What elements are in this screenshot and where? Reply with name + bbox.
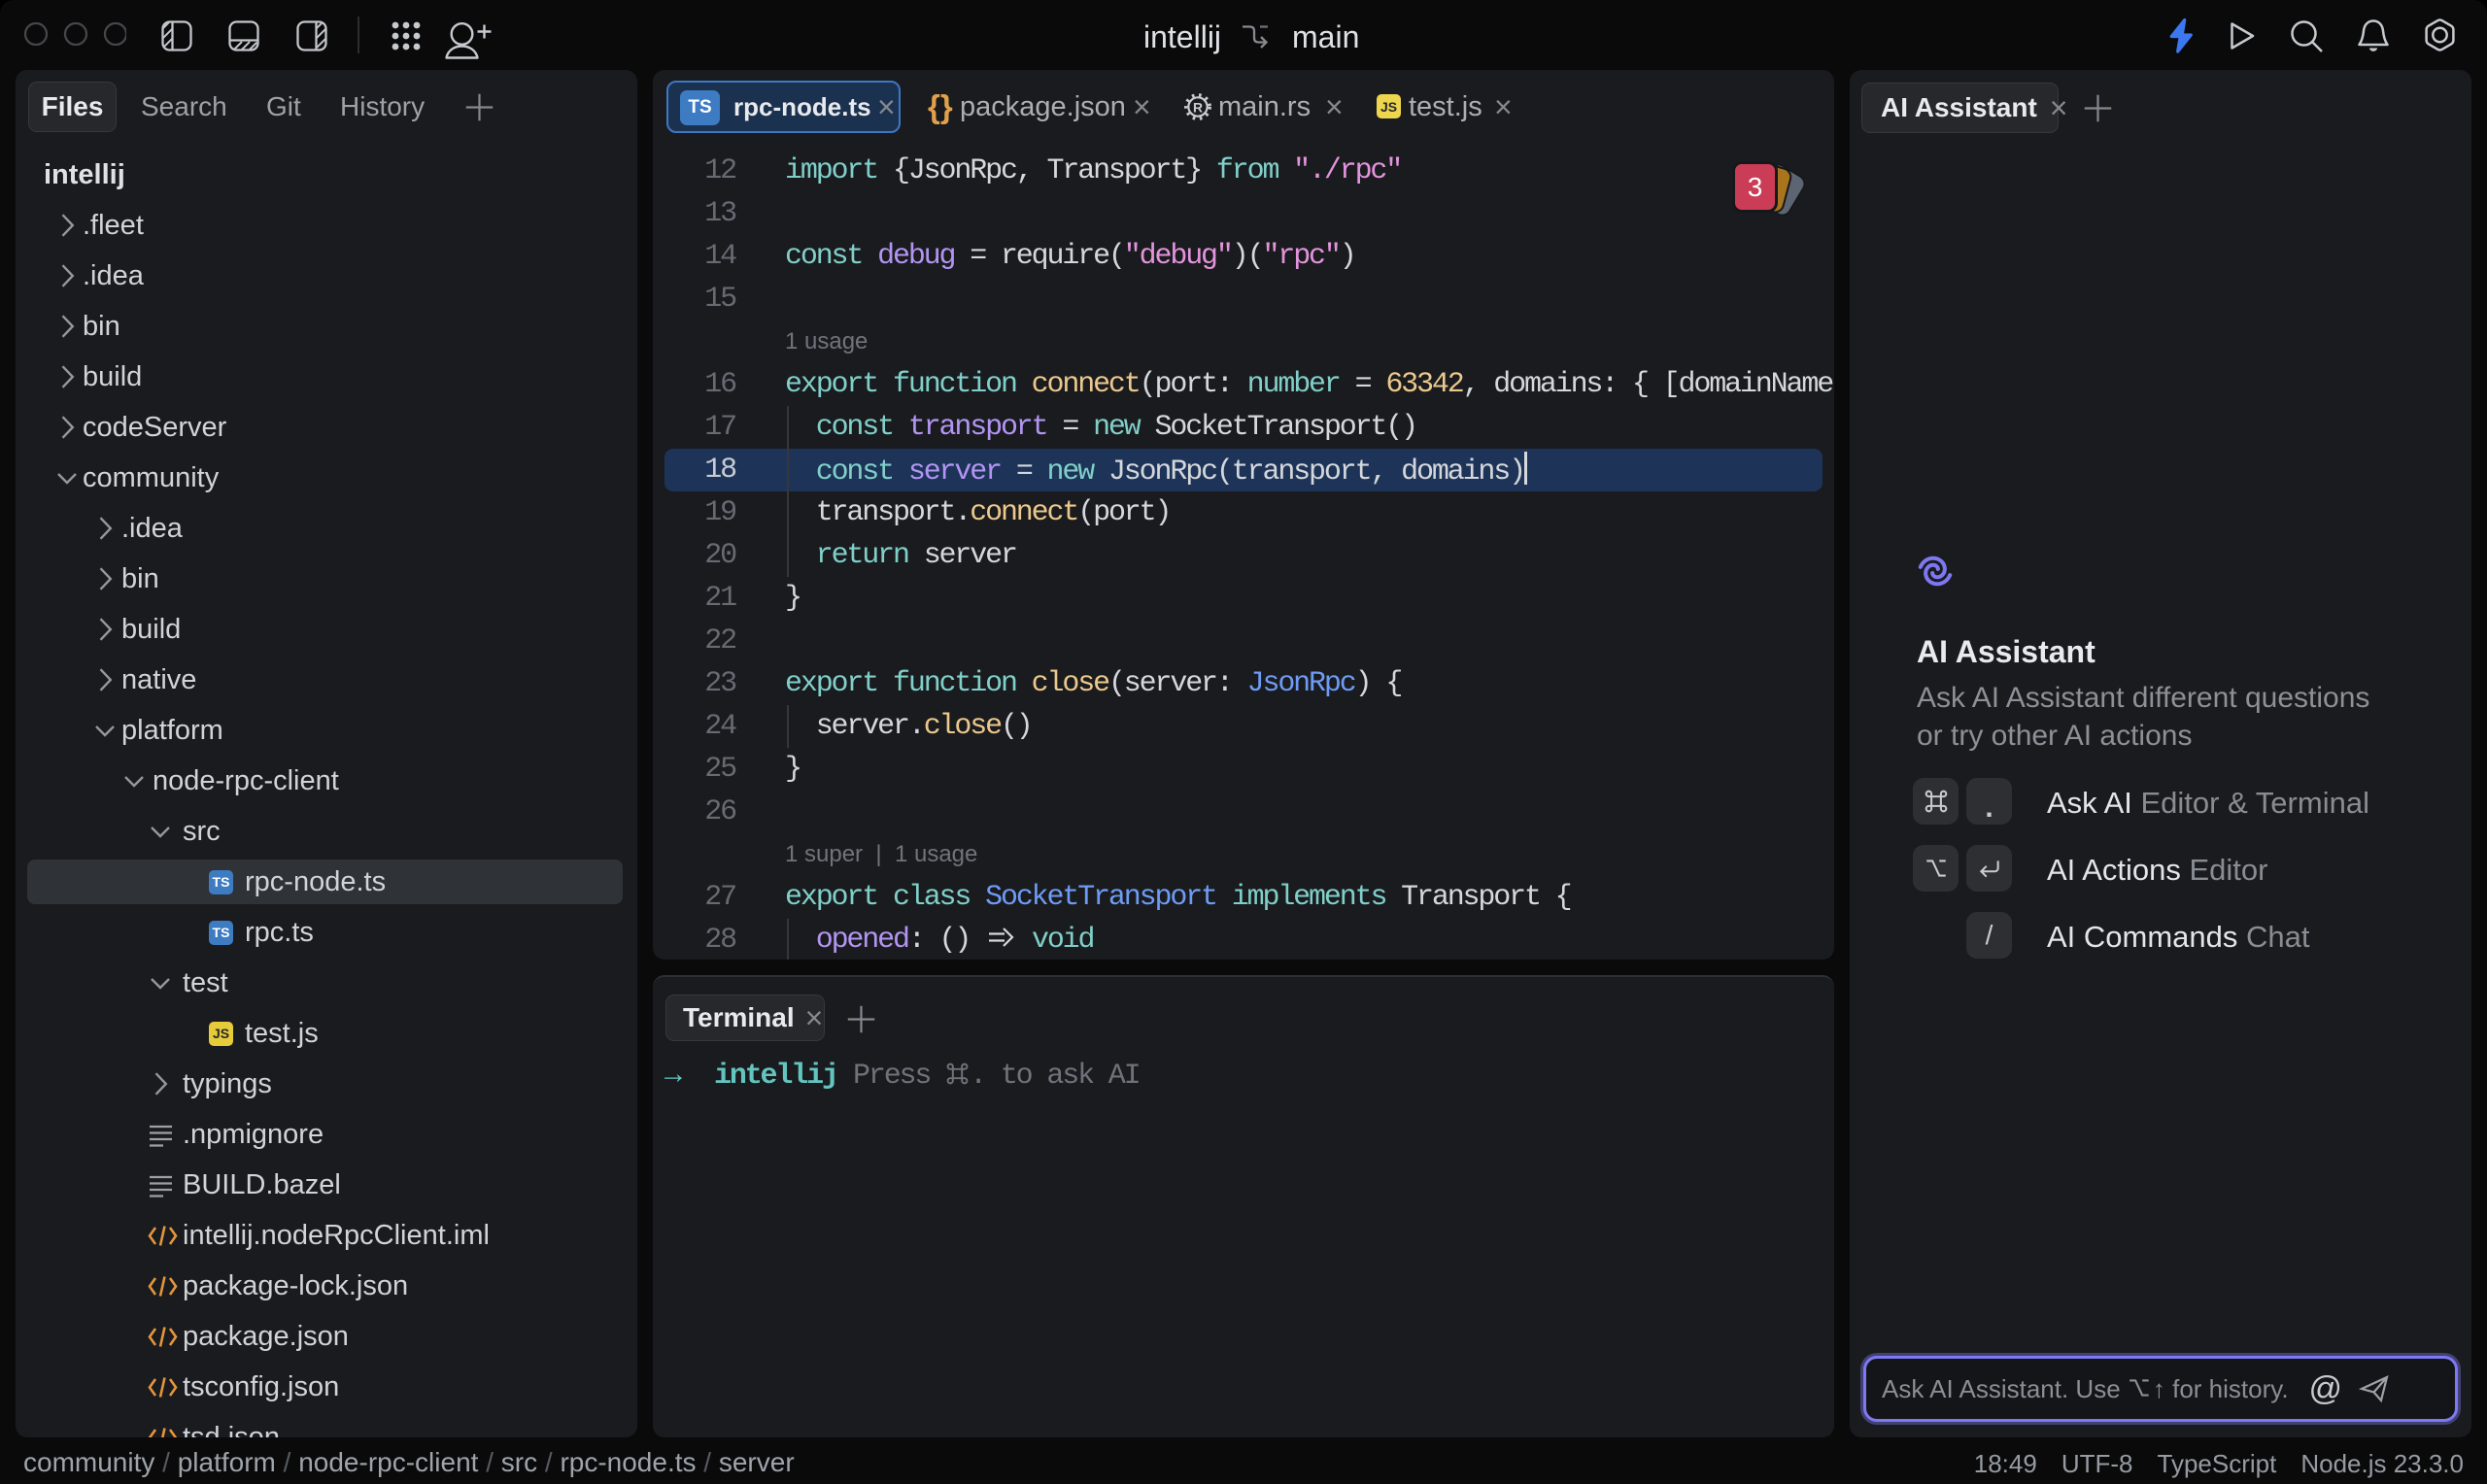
svg-text:R: R: [1193, 99, 1203, 115]
